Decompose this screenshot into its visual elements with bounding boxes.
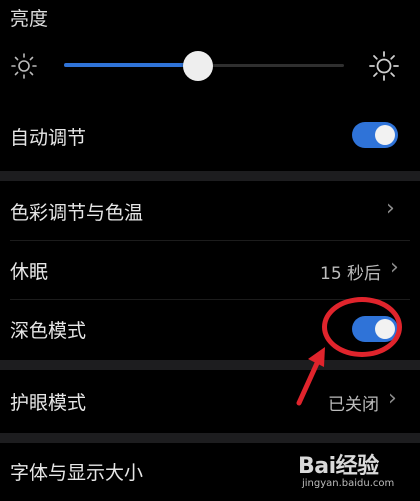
section-divider	[0, 433, 420, 443]
chevron-right-icon: ›	[386, 196, 395, 221]
annotation-arrow-icon	[290, 345, 330, 413]
section-divider	[0, 171, 420, 181]
dark-mode-label: 深色模式	[10, 320, 87, 342]
watermark: Bai经验 jingyan.baidu.com	[298, 448, 394, 489]
chevron-right-icon: ›	[390, 255, 399, 280]
auto-adjust-toggle[interactable]	[352, 122, 398, 148]
watermark-logo: Bai经验	[298, 454, 379, 479]
color-temp-label: 色彩调节与色温	[10, 202, 144, 224]
sleep-value: 15 秒后	[320, 264, 382, 284]
sun-dim-icon	[10, 52, 38, 84]
sun-bright-icon	[369, 51, 399, 85]
chevron-right-icon: ›	[388, 386, 397, 411]
eye-comfort-value: 已关闭	[328, 395, 379, 415]
sleep-label: 休眠	[10, 261, 49, 283]
eye-comfort-row[interactable]: 护眼模式 已关闭 ›	[0, 371, 420, 431]
eye-comfort-label: 护眼模式	[10, 392, 87, 414]
font-size-label: 字体与显示大小	[10, 462, 144, 484]
color-temp-row[interactable]: 色彩调节与色温 ›	[0, 182, 420, 240]
section-divider	[0, 360, 420, 370]
brightness-slider-thumb[interactable]	[183, 51, 214, 81]
sleep-row[interactable]: 休眠 15 秒后 ›	[0, 241, 420, 299]
toggle-knob	[375, 125, 395, 145]
annotation-ellipse	[322, 297, 402, 357]
auto-adjust-row[interactable]: 自动调节	[0, 108, 420, 164]
watermark-url: jingyan.baidu.com	[302, 478, 395, 489]
brightness-slider-fill	[64, 63, 199, 67]
brightness-title: 亮度	[10, 8, 49, 30]
auto-adjust-label: 自动调节	[10, 127, 87, 149]
